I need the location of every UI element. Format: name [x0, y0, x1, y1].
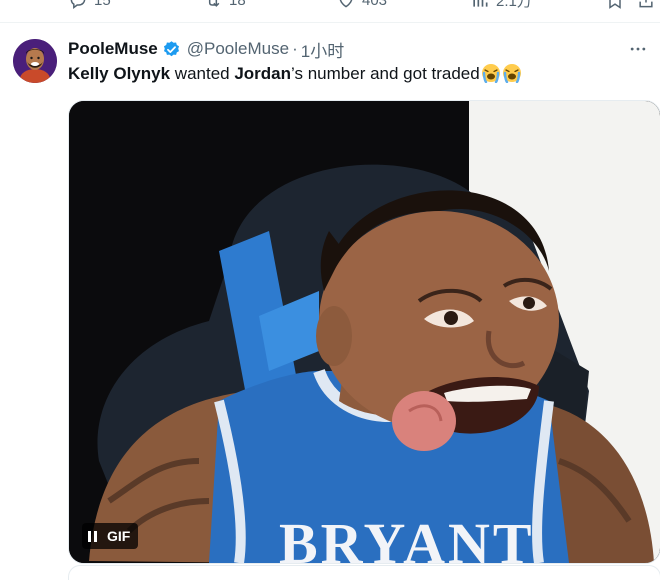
timeline: 15 18 403 2.1万 PooleMuse @PooleMuse · 1小…: [0, 0, 660, 580]
more-options-button[interactable]: [626, 37, 650, 61]
verified-badge-icon: [163, 40, 179, 56]
header-separator: ·: [292, 39, 298, 58]
tweet-text-segment: ’s number and got traded: [291, 64, 480, 83]
gif-badge[interactable]: GIF: [82, 523, 139, 549]
loudly-crying-face-icon: [502, 64, 521, 83]
gif-frame: BRYANT: [69, 101, 660, 563]
like-button[interactable]: 403: [336, 0, 387, 10]
reply-icon: [70, 0, 86, 9]
share-button[interactable]: [636, 0, 656, 10]
tweet-header: PooleMuse @PooleMuse · 1小时: [68, 37, 344, 62]
avatar-image: [13, 39, 57, 83]
retweet-button[interactable]: 18: [203, 0, 246, 10]
retweet-count: 18: [229, 0, 246, 9]
heart-icon: [339, 0, 353, 8]
like-count: 403: [362, 0, 388, 9]
quoted-card-edge: [68, 565, 660, 580]
tweet-text-segment: wanted: [170, 64, 235, 83]
previous-tweet-actions: 15 18 403 2.1万: [0, 0, 660, 12]
tweet-gif-media[interactable]: BRYANT GIF: [68, 100, 660, 564]
views-count: 2.1万: [496, 0, 532, 10]
avatar[interactable]: [13, 39, 57, 83]
mention-jordan: Jordan: [234, 64, 292, 83]
display-name[interactable]: PooleMuse: [68, 39, 158, 59]
mention-kelly-olynyk: Kelly Olynyk: [68, 64, 171, 83]
jersey-lettering: BRYANT: [279, 511, 535, 563]
retweet-icon: [208, 0, 220, 7]
pause-icon[interactable]: [88, 530, 97, 542]
reply-button[interactable]: 15: [68, 0, 111, 10]
bookmark-button[interactable]: [605, 0, 625, 10]
loudly-crying-face-icon: [481, 64, 500, 83]
reply-count: 15: [94, 0, 111, 9]
tweet[interactable]: PooleMuse @PooleMuse · 1小时 Kelly Olynyk …: [0, 23, 660, 580]
gif-label: GIF: [107, 528, 131, 544]
user-handle[interactable]: @PooleMuse: [187, 39, 289, 59]
more-horizontal-icon: [630, 47, 646, 51]
bookmark-icon: [609, 0, 621, 9]
tweet-text: Kelly Olynyk wanted Jordan’s number and …: [68, 63, 522, 85]
views-button[interactable]: 2.1万: [470, 0, 532, 11]
views-icon: [473, 0, 488, 7]
share-icon: [639, 0, 653, 8]
tweet-timestamp[interactable]: 1小时: [301, 37, 344, 62]
